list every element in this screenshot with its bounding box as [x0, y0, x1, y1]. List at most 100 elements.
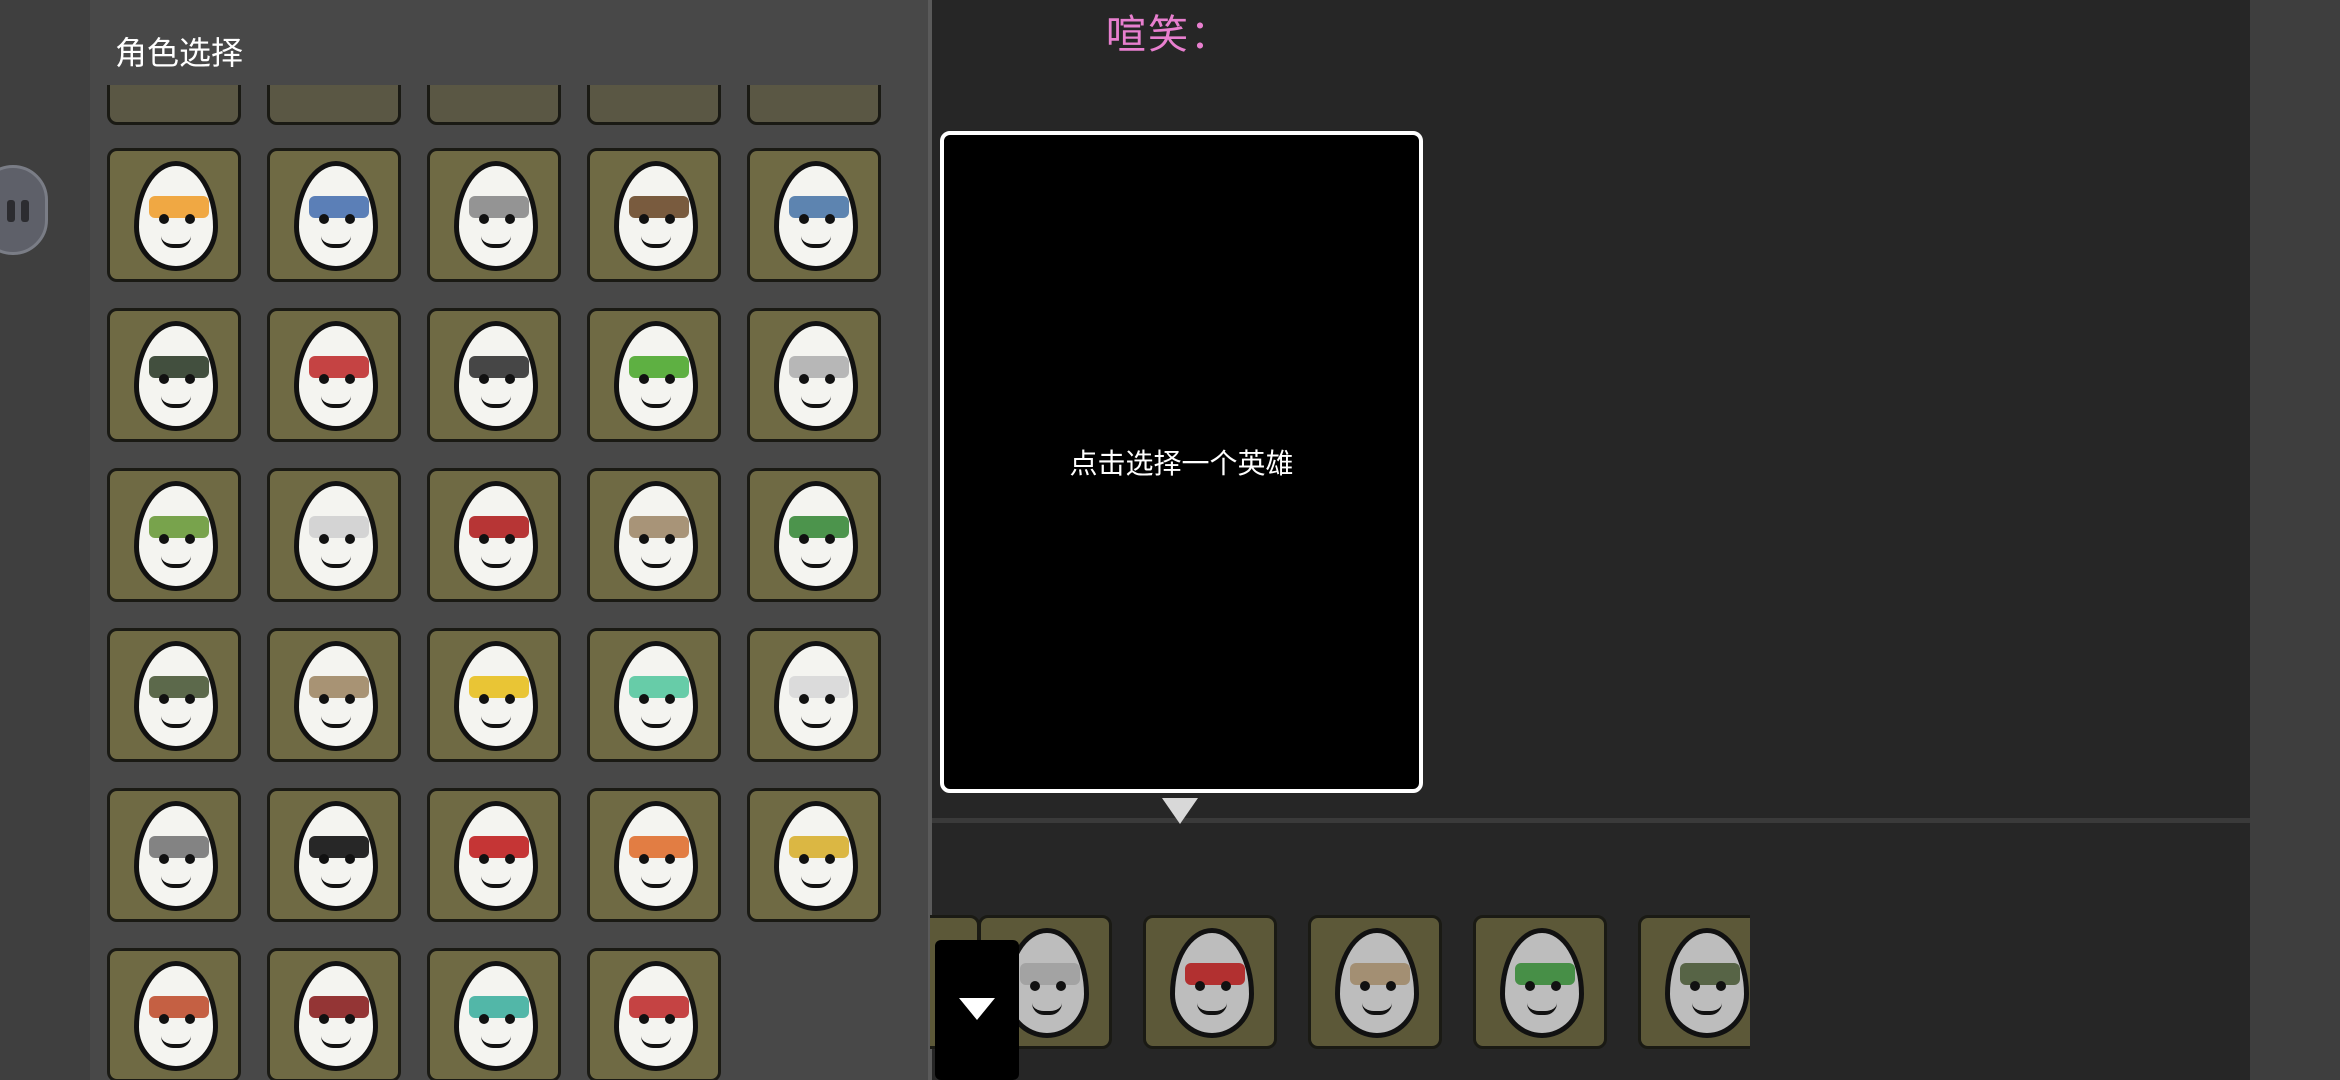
left-gutter [0, 0, 90, 1080]
eye [1030, 981, 1040, 991]
mouth [161, 556, 191, 568]
eye [345, 1014, 355, 1024]
hero-tile-partial[interactable] [747, 85, 881, 125]
egg-icon [294, 481, 378, 591]
hero-tile[interactable] [587, 308, 721, 442]
hero-tile[interactable] [587, 948, 721, 1080]
hero-tile[interactable] [427, 948, 561, 1080]
egg-icon [774, 321, 858, 431]
eye [825, 854, 835, 864]
eye [1716, 981, 1726, 991]
egg-icon [614, 321, 698, 431]
hero-accessory [309, 996, 369, 1018]
hero-tile[interactable] [107, 788, 241, 922]
hero-tile[interactable] [587, 628, 721, 762]
egg-icon [294, 161, 378, 271]
hero-tile[interactable] [427, 308, 561, 442]
hero-tile-partial[interactable] [587, 85, 721, 125]
eye [159, 854, 169, 864]
hero-tile[interactable] [107, 628, 241, 762]
eye [799, 374, 809, 384]
hero-tile[interactable] [587, 788, 721, 922]
selected-hero-tile[interactable] [1143, 915, 1277, 1049]
eye [479, 1014, 489, 1024]
hero-accessory [469, 836, 529, 858]
selected-hero-tile[interactable] [1308, 915, 1442, 1049]
egg-icon [454, 961, 538, 1071]
hero-tile[interactable] [747, 308, 881, 442]
hero-tile[interactable] [747, 148, 881, 282]
hero-tile[interactable] [747, 468, 881, 602]
eye [665, 374, 675, 384]
hero-accessory [149, 516, 209, 538]
hero-tile[interactable] [267, 948, 401, 1080]
eye [825, 534, 835, 544]
collapse-chevron-down-icon[interactable] [935, 940, 1019, 1080]
eye [665, 214, 675, 224]
eye [639, 1014, 649, 1024]
hero-tile[interactable] [267, 788, 401, 922]
hero-preview-card[interactable]: 点击选择一个英雄 [940, 131, 1423, 793]
hero-accessory [469, 356, 529, 378]
eye [799, 534, 809, 544]
eye [185, 374, 195, 384]
mouth [481, 876, 511, 888]
egg-icon [1500, 928, 1584, 1038]
hero-tile-partial[interactable] [427, 85, 561, 125]
hero-accessory [629, 836, 689, 858]
mouth [321, 556, 351, 568]
hero-tile[interactable] [427, 468, 561, 602]
egg-icon [454, 161, 538, 271]
eye [159, 214, 169, 224]
hero-accessory [629, 516, 689, 538]
hero-accessory [1680, 963, 1740, 985]
hero-tile[interactable] [107, 308, 241, 442]
mouth [161, 236, 191, 248]
eye [665, 694, 675, 704]
eye [185, 214, 195, 224]
hero-accessory [629, 196, 689, 218]
mouth [161, 876, 191, 888]
egg-icon [1665, 928, 1749, 1038]
hero-tile[interactable] [267, 308, 401, 442]
hero-tile[interactable] [267, 468, 401, 602]
hero-tile[interactable] [427, 788, 561, 922]
eye [1195, 981, 1205, 991]
mouth [481, 236, 511, 248]
mouth [481, 396, 511, 408]
mouth [321, 396, 351, 408]
egg-icon [134, 161, 218, 271]
hero-accessory [149, 996, 209, 1018]
hero-accessory [789, 676, 849, 698]
floating-pause-icon[interactable] [0, 165, 48, 255]
hero-accessory [149, 196, 209, 218]
eye [1525, 981, 1535, 991]
eye [319, 214, 329, 224]
egg-icon [614, 961, 698, 1071]
hero-tile[interactable] [587, 148, 721, 282]
hero-accessory [629, 676, 689, 698]
right-edge [2250, 0, 2340, 1080]
hero-tile[interactable] [427, 148, 561, 282]
mouth [1527, 1003, 1557, 1015]
eye [639, 854, 649, 864]
chat-label: 喧笑： [1106, 12, 1232, 58]
hero-tile[interactable] [267, 148, 401, 282]
hero-tile[interactable] [107, 148, 241, 282]
hero-tile[interactable] [427, 628, 561, 762]
hero-tile[interactable] [587, 468, 721, 602]
eye [505, 1014, 515, 1024]
eye [825, 374, 835, 384]
hero-tile[interactable] [107, 948, 241, 1080]
eye [479, 214, 489, 224]
selected-hero-tile[interactable] [1473, 915, 1607, 1049]
selected-hero-tile[interactable] [1638, 915, 1750, 1049]
hero-tile-partial[interactable] [267, 85, 401, 125]
hero-tile[interactable] [747, 628, 881, 762]
hero-tile[interactable] [107, 468, 241, 602]
mouth [161, 396, 191, 408]
preview-placeholder: 点击选择一个英雄 [1069, 447, 1294, 480]
eye [319, 374, 329, 384]
hero-tile[interactable] [267, 628, 401, 762]
hero-tile[interactable] [747, 788, 881, 922]
